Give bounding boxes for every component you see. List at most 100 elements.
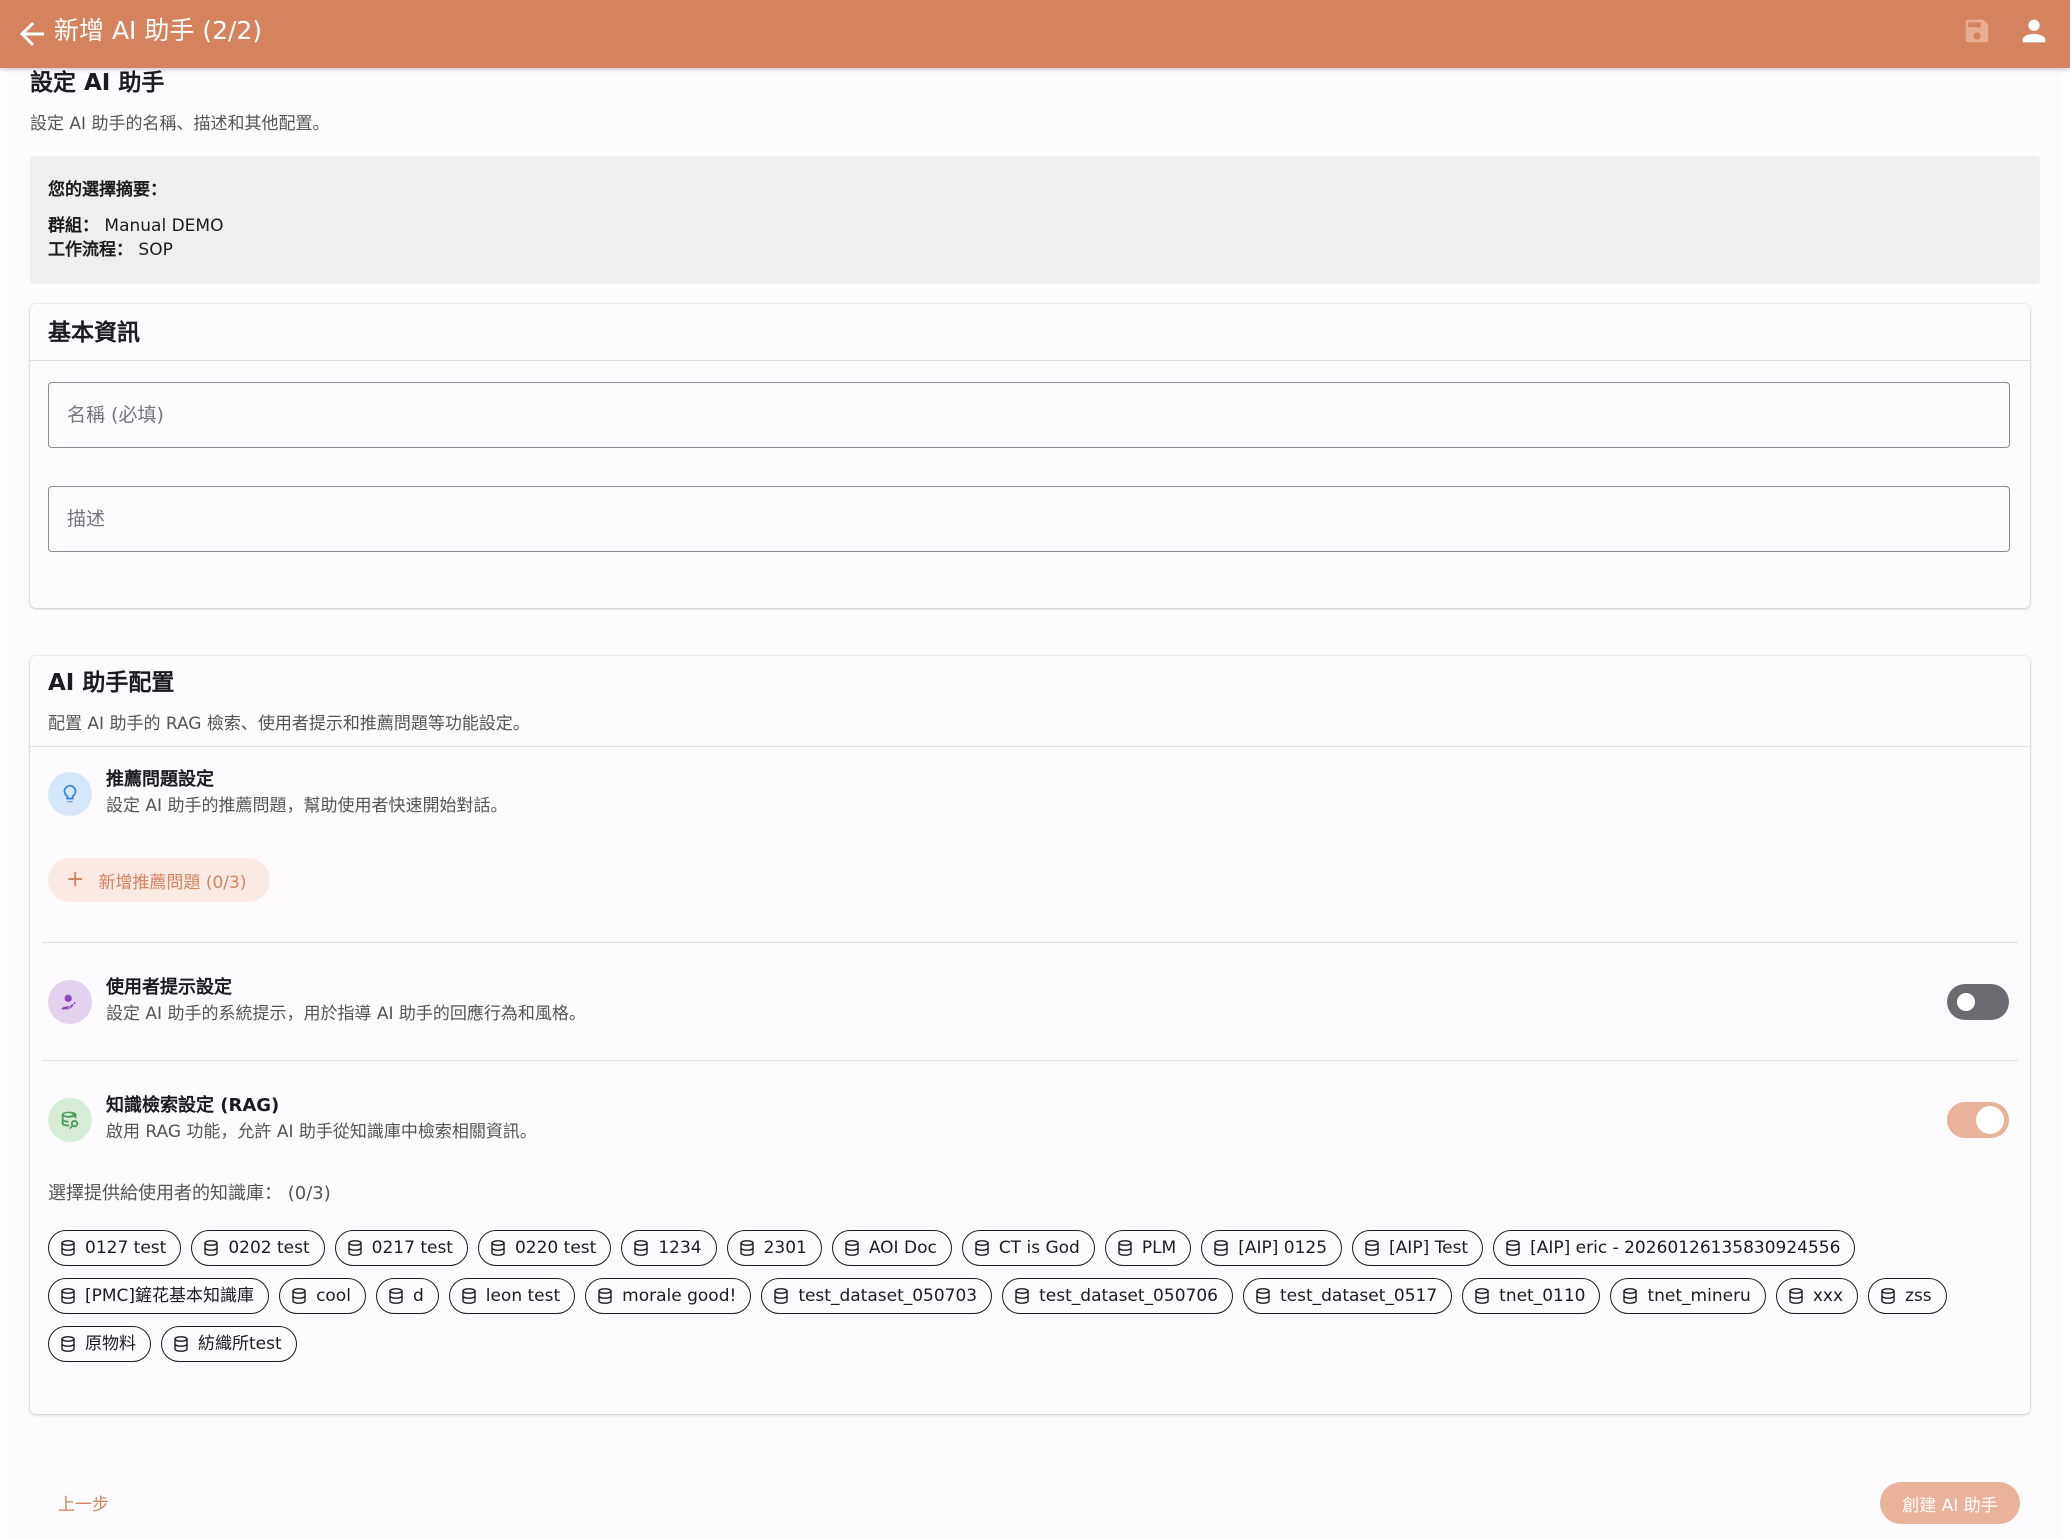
person-edit-icon bbox=[48, 980, 92, 1024]
summary-group: 群組： Manual DEMO bbox=[48, 216, 224, 236]
knowledge-base-chip-label: CT is God bbox=[998, 1238, 1080, 1258]
database-icon bbox=[634, 1240, 649, 1256]
knowledge-base-chip[interactable]: test_dataset_0517 bbox=[1242, 1278, 1453, 1314]
knowledge-base-chip-label: [AIP] 0125 bbox=[1238, 1238, 1328, 1258]
knowledge-base-chip[interactable]: xxx bbox=[1775, 1278, 1859, 1314]
knowledge-base-chip[interactable]: d bbox=[375, 1278, 439, 1314]
basic-info-title: 基本資訊 bbox=[48, 320, 140, 346]
knowledge-base-chip-label: leon test bbox=[485, 1286, 561, 1306]
knowledge-base-chip[interactable]: 0202 test bbox=[191, 1230, 325, 1266]
knowledge-base-chip-label: 0127 test bbox=[85, 1238, 167, 1258]
knowledge-base-chip[interactable]: [AIP] Test bbox=[1352, 1230, 1484, 1266]
database-search-icon bbox=[48, 1098, 92, 1142]
description-input[interactable] bbox=[48, 486, 2010, 552]
suggested-questions-title: 推薦問題設定 bbox=[106, 769, 214, 790]
knowledge-base-chip[interactable]: morale good! bbox=[585, 1278, 752, 1314]
user-prompt-title: 使用者提示設定 bbox=[106, 977, 232, 998]
page-title: 設定 AI 助手 bbox=[30, 70, 165, 96]
knowledge-base-chip-label: zss bbox=[1905, 1286, 1932, 1306]
config-card: AI 助手配置 配置 AI 助手的 RAG 檢索、使用者提示和推薦問題等功能設定… bbox=[30, 656, 2030, 1414]
knowledge-base-chip[interactable]: test_dataset_050703 bbox=[761, 1278, 993, 1314]
knowledge-base-chip[interactable]: cool bbox=[279, 1278, 366, 1314]
lightbulb-icon bbox=[48, 772, 92, 816]
save-icon[interactable] bbox=[1962, 16, 1992, 46]
knowledge-base-chip-label: morale good! bbox=[622, 1286, 737, 1306]
knowledge-base-chip[interactable]: zss bbox=[1868, 1278, 1947, 1314]
app-bar: 新增 AI 助手 (2/2) bbox=[0, 0, 2070, 68]
database-icon bbox=[1789, 1288, 1803, 1304]
database-icon bbox=[1365, 1240, 1379, 1256]
database-icon bbox=[739, 1240, 754, 1256]
knowledge-base-chip[interactable]: 0127 test bbox=[48, 1230, 182, 1266]
app-bar-title: 新增 AI 助手 (2/2) bbox=[54, 16, 263, 45]
knowledge-base-chip-label: d bbox=[412, 1286, 424, 1306]
knowledge-base-chip-label: PLM bbox=[1141, 1238, 1177, 1258]
knowledge-base-chip-label: 2301 bbox=[763, 1238, 807, 1258]
database-icon bbox=[598, 1288, 612, 1304]
divider bbox=[42, 942, 2018, 943]
knowledge-base-chip[interactable]: [AIP] 0125 bbox=[1201, 1230, 1343, 1266]
user-prompt-description: 設定 AI 助手的系統提示，用於指導 AI 助手的回應行為和風格。 bbox=[106, 1004, 586, 1024]
database-icon bbox=[1881, 1288, 1895, 1304]
config-description: 配置 AI 助手的 RAG 檢索、使用者提示和推薦問題等功能設定。 bbox=[48, 714, 530, 734]
database-icon bbox=[174, 1336, 188, 1352]
knowledge-base-chip[interactable]: [AIP] eric - 20260126135830924556 bbox=[1493, 1230, 1856, 1266]
previous-step-button[interactable]: 上一步 bbox=[58, 1490, 109, 1515]
knowledge-base-chip[interactable]: leon test bbox=[448, 1278, 576, 1314]
knowledge-base-chip-label: test_dataset_050706 bbox=[1039, 1286, 1218, 1306]
knowledge-base-chip-label: cool bbox=[316, 1286, 351, 1306]
name-input[interactable] bbox=[48, 382, 2010, 448]
basic-info-card: 基本資訊 bbox=[30, 304, 2030, 608]
knowledge-base-chip[interactable]: 0220 test bbox=[477, 1230, 612, 1266]
knowledge-base-chip[interactable]: [PMC]鏟花基本知識庫 bbox=[48, 1278, 270, 1314]
arrow-left-icon[interactable] bbox=[14, 16, 50, 52]
database-icon bbox=[61, 1240, 75, 1256]
knowledge-base-chip[interactable]: tnet_mineru bbox=[1610, 1278, 1766, 1314]
database-icon bbox=[1475, 1288, 1489, 1304]
knowledge-base-chip[interactable]: 紡織所test bbox=[161, 1326, 297, 1362]
knowledge-base-chip[interactable]: 2301 bbox=[726, 1230, 822, 1266]
add-suggested-question-label: 新增推薦問題 (0/3) bbox=[98, 872, 247, 893]
account-icon[interactable] bbox=[2017, 14, 2051, 48]
knowledge-base-chip-label: 0220 test bbox=[514, 1238, 597, 1258]
knowledge-base-chip-label: [AIP] eric - 20260126135830924556 bbox=[1530, 1238, 1841, 1258]
add-suggested-question-button[interactable]: + 新增推薦問題 (0/3) bbox=[48, 858, 270, 902]
rag-description: 啟用 RAG 功能，允許 AI 助手從知識庫中檢索相關資訊。 bbox=[106, 1122, 537, 1142]
knowledge-base-chip-label: 紡織所test bbox=[198, 1334, 282, 1354]
knowledge-base-chip[interactable]: AOI Doc bbox=[831, 1230, 952, 1266]
summary-heading-text: 您的選擇摘要： bbox=[48, 180, 167, 200]
knowledge-base-chips: 0127 test 0202 test 0217 test 0220 test 1234… bbox=[48, 1230, 2018, 1362]
create-assistant-button[interactable]: 創建 AI 助手 bbox=[1880, 1482, 2020, 1524]
knowledge-base-chip-label: AOI Doc bbox=[868, 1238, 937, 1258]
knowledge-base-label: 選擇提供給使用者的知識庫： (0/3) bbox=[48, 1183, 331, 1204]
database-icon bbox=[61, 1288, 75, 1304]
database-icon bbox=[1506, 1240, 1520, 1256]
knowledge-base-chip[interactable]: 原物料 bbox=[48, 1326, 151, 1362]
database-icon bbox=[845, 1240, 859, 1256]
knowledge-base-chip[interactable]: CT is God bbox=[961, 1230, 1095, 1266]
database-icon bbox=[1118, 1240, 1132, 1256]
knowledge-base-chip-label: [AIP] Test bbox=[1389, 1238, 1469, 1258]
knowledge-base-chip-label: 0217 test bbox=[371, 1238, 453, 1258]
knowledge-base-chip[interactable]: 1234 bbox=[621, 1230, 717, 1266]
knowledge-base-chip[interactable]: test_dataset_050706 bbox=[1002, 1278, 1233, 1314]
rag-toggle[interactable] bbox=[1947, 1102, 2009, 1138]
selection-summary bbox=[30, 156, 2040, 284]
database-icon bbox=[292, 1288, 306, 1304]
knowledge-base-chip[interactable]: 0217 test bbox=[334, 1230, 468, 1266]
divider bbox=[30, 360, 2030, 361]
database-icon bbox=[1256, 1288, 1270, 1304]
user-prompt-toggle[interactable] bbox=[1947, 984, 2009, 1020]
knowledge-base-chip-label: 0202 test bbox=[228, 1238, 310, 1258]
knowledge-base-chip-label: 原物料 bbox=[85, 1334, 136, 1354]
knowledge-base-chip-label: tnet_0110 bbox=[1499, 1286, 1586, 1306]
database-icon bbox=[347, 1240, 362, 1256]
knowledge-base-chip[interactable]: PLM bbox=[1104, 1230, 1192, 1266]
knowledge-base-chip-label: xxx bbox=[1812, 1286, 1844, 1306]
knowledge-base-chip[interactable]: tnet_0110 bbox=[1462, 1278, 1601, 1314]
database-icon bbox=[204, 1240, 219, 1256]
database-icon bbox=[1214, 1240, 1228, 1256]
knowledge-base-chip-label: test_dataset_0517 bbox=[1279, 1286, 1438, 1306]
page-description: 設定 AI 助手的名稱、描述和其他配置。 bbox=[30, 114, 330, 134]
rag-title: 知識檢索設定 (RAG) bbox=[106, 1095, 280, 1116]
